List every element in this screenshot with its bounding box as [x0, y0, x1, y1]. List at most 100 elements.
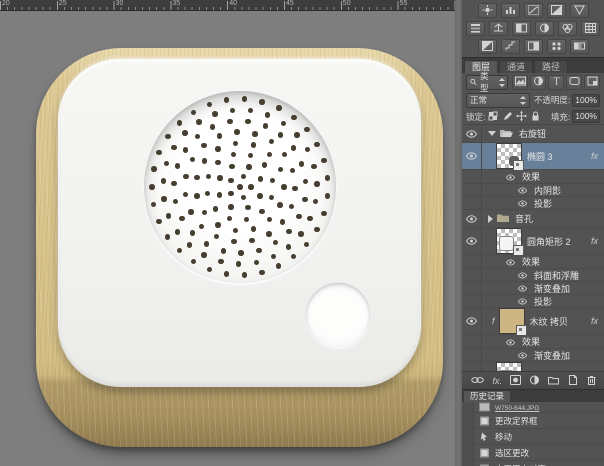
eye-icon	[505, 253, 516, 271]
effect-row[interactable]: 效果	[462, 170, 604, 184]
visibility-toggle[interactable]	[462, 143, 482, 169]
effect-row[interactable]: 斜面和浮雕	[462, 269, 604, 282]
channel-mixer-adjustment-button[interactable]	[558, 21, 577, 36]
lock-all-icon[interactable]	[530, 108, 541, 126]
layer-thumbnail[interactable]	[496, 362, 522, 371]
new-layer-button[interactable]	[567, 374, 578, 387]
layer-row[interactable]: 椭圆 3 fx	[462, 143, 604, 171]
grille-dot	[201, 158, 208, 164]
gradient-map-adjustment-button[interactable]	[569, 39, 589, 54]
horizontal-ruler[interactable]: 20 25 30 35 40 45 50 55	[0, 0, 455, 11]
add-layer-style-button[interactable]: fx.	[492, 376, 502, 386]
visibility-toggle[interactable]	[462, 335, 482, 348]
link-layers-button[interactable]	[471, 376, 485, 386]
filter-type-layers-button[interactable]: T	[548, 74, 564, 90]
layer-thumbnail[interactable]	[496, 143, 524, 171]
history-source-well[interactable]	[462, 429, 474, 444]
posterize-adjustment-button[interactable]	[500, 39, 520, 54]
history-source-well[interactable]	[462, 413, 474, 428]
color-balance-adjustment-button[interactable]	[489, 21, 508, 36]
filter-shape-layers-button[interactable]	[566, 74, 582, 90]
add-layer-mask-button[interactable]	[510, 374, 521, 387]
curves-adjustment-button[interactable]	[523, 3, 543, 18]
history-row[interactable]: W750-644.JPG	[462, 402, 604, 413]
effect-row[interactable]: 投影	[462, 197, 604, 210]
history-source-well[interactable]	[462, 461, 474, 466]
black-white-adjustment-button[interactable]	[512, 21, 531, 36]
history-source-well[interactable]	[462, 445, 474, 460]
filter-adjustment-layers-button[interactable]	[530, 74, 546, 90]
effect-row[interactable]: 渐变叠加	[462, 349, 604, 362]
levels-adjustment-button[interactable]	[500, 3, 520, 18]
layer-fx-badge[interactable]: fx	[591, 236, 598, 246]
history-source-well[interactable]	[462, 402, 474, 412]
layer-thumbnail[interactable]	[498, 308, 527, 336]
photo-filter-adjustment-button[interactable]	[535, 21, 554, 36]
visibility-toggle[interactable]	[462, 170, 482, 183]
fill-value[interactable]: 100%	[572, 110, 600, 123]
visibility-toggle[interactable]	[462, 255, 482, 268]
new-fill-adjustment-layer-button[interactable]	[529, 375, 540, 387]
layer-fx-badge[interactable]: fx	[591, 151, 598, 161]
delete-layer-button[interactable]	[586, 375, 597, 387]
filter-pixel-layers-button[interactable]	[512, 74, 528, 90]
grille-dot	[149, 184, 155, 190]
document-canvas[interactable]	[0, 11, 455, 466]
layer-fx-badge[interactable]: fx	[591, 316, 598, 326]
grille-dot	[291, 253, 297, 260]
visibility-toggle[interactable]	[462, 269, 482, 281]
expand-triangle-icon[interactable]	[488, 214, 493, 223]
tab-路径[interactable]: 路径	[534, 60, 569, 73]
hue-saturation-adjustment-button[interactable]	[466, 21, 485, 36]
layer-row[interactable]: f 木纹 拷贝 fx	[462, 308, 604, 336]
collapse-triangle-icon[interactable]	[488, 131, 496, 136]
tab-history[interactable]: 历史记录	[464, 391, 511, 402]
grille-dot	[238, 250, 244, 256]
effect-row[interactable]: 内阴影	[462, 184, 604, 197]
effect-row[interactable]: 效果	[462, 335, 604, 349]
visibility-toggle[interactable]	[462, 197, 482, 209]
visibility-toggle[interactable]	[462, 125, 482, 142]
history-row[interactable]: 移动	[462, 429, 604, 445]
effect-row[interactable]: 投影	[462, 295, 604, 308]
grille-dot	[241, 96, 248, 102]
color-lookup-icon	[585, 20, 596, 38]
visibility-toggle[interactable]	[462, 349, 482, 361]
layer-row[interactable]: 圆角矩形 2 fx	[462, 228, 604, 256]
exposure-adjustment-button[interactable]	[546, 3, 566, 18]
history-row[interactable]: 水平居中对齐	[462, 461, 604, 466]
visibility-toggle[interactable]	[462, 184, 482, 196]
vibrance-adjustment-button[interactable]	[569, 3, 589, 18]
selective-color-adjustment-button[interactable]	[546, 39, 566, 54]
opacity-value[interactable]: 100%	[572, 93, 600, 107]
panel-gutter	[455, 0, 462, 466]
new-group-button[interactable]	[548, 375, 559, 387]
lock-transparent-pixels-icon[interactable]	[488, 108, 499, 126]
visibility-toggle[interactable]	[462, 210, 482, 227]
visibility-toggle[interactable]	[462, 308, 482, 334]
lock-position-icon[interactable]	[516, 108, 528, 126]
visibility-toggle[interactable]	[462, 228, 482, 254]
effect-row[interactable]: 渐变叠加	[462, 282, 604, 295]
grille-dot	[174, 229, 181, 235]
visibility-toggle[interactable]	[462, 282, 482, 294]
history-row[interactable]: 选区更改	[462, 445, 604, 461]
visibility-toggle[interactable]	[462, 295, 482, 307]
effect-row[interactable]: 效果	[462, 255, 604, 269]
layer-group-row[interactable]: 音孔	[462, 210, 604, 228]
layer-filter-type-select[interactable]: 类型	[466, 71, 508, 93]
brightness-contrast-adjustment-button[interactable]	[477, 3, 497, 18]
layer-thumbnail[interactable]	[496, 228, 524, 256]
layer-group-row[interactable]: 右旋钮	[462, 125, 604, 143]
threshold-adjustment-button[interactable]	[523, 39, 543, 54]
filter-smart-objects-button[interactable]	[584, 74, 600, 90]
blend-mode-select[interactable]: 正常	[466, 92, 530, 108]
layer-fx-badge[interactable]: fx	[591, 370, 598, 371]
history-row[interactable]: 更改定界框	[462, 413, 604, 429]
invert-adjustment-button[interactable]	[477, 39, 497, 54]
lock-image-pixels-icon[interactable]	[502, 108, 513, 126]
tab-通道[interactable]: 通道	[499, 60, 534, 73]
visibility-toggle[interactable]	[462, 362, 482, 371]
layer-row[interactable]: 圆角矩形 2 拷贝fx	[462, 362, 604, 371]
color-lookup-adjustment-button[interactable]	[581, 21, 600, 36]
